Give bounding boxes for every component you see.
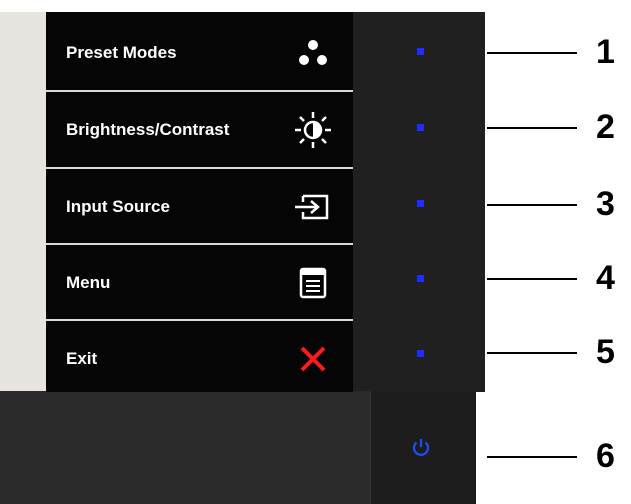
exit-icon (293, 339, 333, 379)
callout-number-1: 1 (596, 33, 615, 71)
button-3-led[interactable] (417, 200, 424, 207)
callout-number-2: 2 (596, 108, 615, 146)
menu-icon (293, 263, 333, 303)
button-2-led[interactable] (417, 124, 424, 131)
osd-item-label: Menu (66, 272, 111, 292)
callout-number-5: 5 (596, 333, 615, 371)
osd-item-label: Input Source (66, 196, 170, 216)
callout-line-6 (487, 456, 577, 458)
osd-item-menu[interactable]: Menu (46, 245, 353, 320)
osd-item-brightness-contrast[interactable]: Brightness/Contrast (46, 92, 353, 167)
button-4-led[interactable] (417, 275, 424, 282)
osd-item-preset-modes[interactable]: Preset Modes (46, 15, 353, 90)
callout-number-4: 4 (596, 259, 615, 297)
osd-item-exit[interactable]: Exit (46, 321, 353, 396)
callout-number-3: 3 (596, 185, 615, 223)
callout-line-5 (487, 352, 577, 354)
callout-line-4 (487, 278, 577, 280)
callout-line-2 (487, 127, 577, 129)
callout-line-1 (487, 52, 577, 54)
preset-modes-icon (293, 33, 333, 73)
button-5-led[interactable] (417, 350, 424, 357)
power-icon[interactable] (410, 436, 432, 458)
monitor-body (0, 391, 370, 504)
osd-item-label: Exit (66, 348, 98, 368)
callout-number-6: 6 (596, 437, 615, 475)
brightness-icon (293, 110, 333, 150)
osd-item-label: Brightness/Contrast (66, 119, 230, 139)
osd-menu: Preset Modes Brightness/Contrast Input S… (46, 12, 353, 392)
callout-line-3 (487, 204, 577, 206)
input-source-icon (293, 187, 333, 227)
osd-item-label: Preset Modes (66, 42, 177, 62)
button-1-led[interactable] (417, 48, 424, 55)
monitor-osd-diagram: Preset Modes Brightness/Contrast Input S… (0, 0, 631, 504)
osd-item-input-source[interactable]: Input Source (46, 169, 353, 244)
